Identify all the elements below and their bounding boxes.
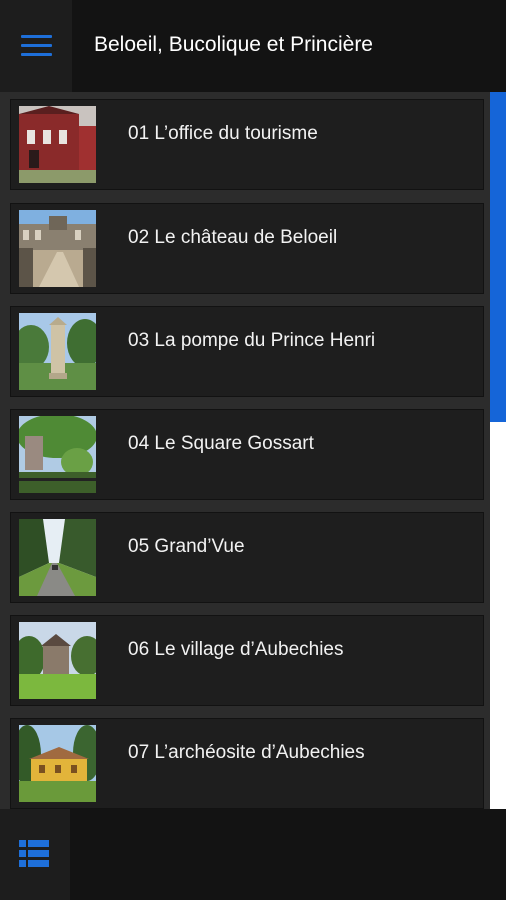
list-item-label: 02 Le château de Beloeil (128, 227, 338, 248)
top-app-bar: Beloeil, Bucolique et Princière (0, 0, 506, 92)
place-list[interactable]: 01 L’office du tourisme 02 Le château de… (0, 92, 506, 809)
list-item[interactable]: 01 L’office du tourisme (10, 99, 484, 190)
village-meadow-photo (19, 622, 96, 699)
list-item[interactable]: 05 Grand’Vue (10, 512, 484, 603)
list-item-label: 03 La pompe du Prince Henri (128, 330, 376, 351)
stone-pump-monument-photo (19, 313, 96, 390)
list-item[interactable]: 02 Le château de Beloeil (10, 203, 484, 294)
castle-courtyard-photo (19, 210, 96, 287)
list-item[interactable]: 06 Le village d’Aubechies (10, 615, 484, 706)
list-item-label: 07 L’archéosite d’Aubechies (128, 742, 365, 763)
bottom-bar (0, 809, 506, 900)
tree-lined-road-photo (19, 519, 96, 596)
scrollbar-thumb[interactable] (490, 92, 506, 422)
list-item-label: 06 Le village d’Aubechies (128, 639, 344, 660)
page-title: Beloeil, Bucolique et Princière (94, 33, 373, 56)
list-item-label: 01 L’office du tourisme (128, 123, 318, 144)
list-item[interactable]: 03 La pompe du Prince Henri (10, 306, 484, 397)
garden-square-photo (19, 416, 96, 493)
list-item-label: 04 Le Square Gossart (128, 433, 314, 454)
menu-button[interactable] (0, 0, 72, 92)
list-view-button[interactable] (0, 809, 70, 900)
list-item[interactable]: 07 L’archéosite d’Aubechies (10, 718, 484, 809)
hamburger-menu-icon (21, 35, 52, 38)
yellow-roman-house-photo (19, 725, 96, 802)
list-item[interactable]: 04 Le Square Gossart (10, 409, 484, 500)
scrollbar[interactable] (490, 92, 506, 809)
red-brick-building-photo (19, 106, 96, 183)
list-view-icon (19, 840, 49, 867)
list-item-label: 05 Grand’Vue (128, 536, 245, 557)
